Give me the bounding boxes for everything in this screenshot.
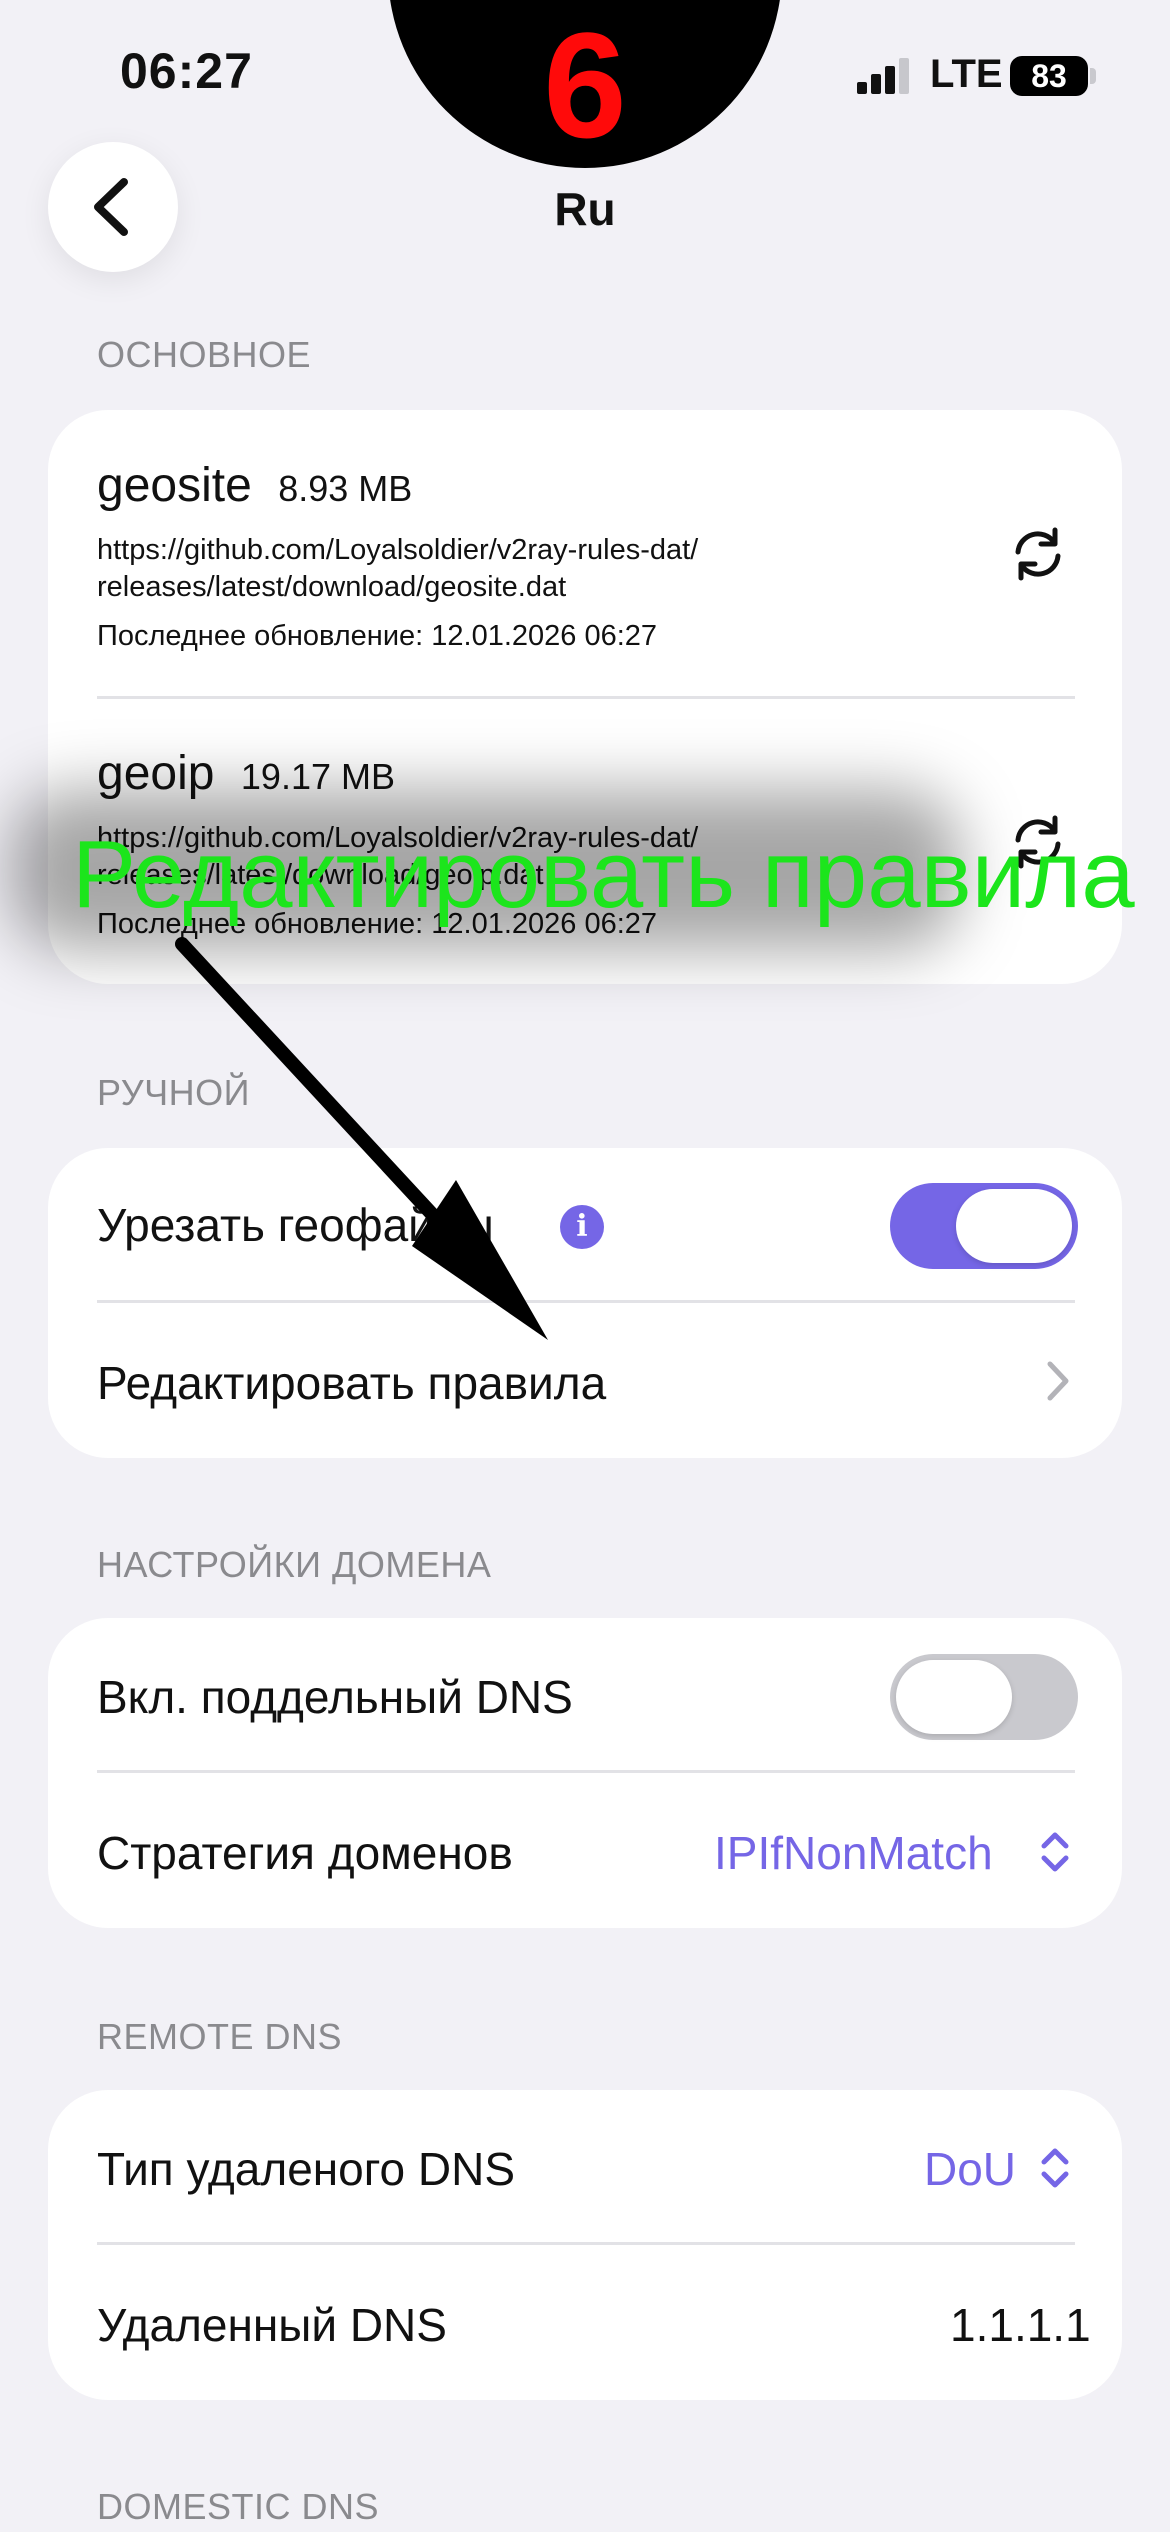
- refresh-icon[interactable]: [1008, 524, 1068, 584]
- annotation-label: Редактировать правила: [72, 821, 1135, 928]
- file-url: https://github.com/Loyalsoldier/v2ray-ru…: [97, 532, 897, 606]
- chevron-up-down-icon: [1041, 2148, 1069, 2188]
- edit-rules-label: Редактировать правила: [97, 1357, 607, 1409]
- step-number: 6: [543, 1, 627, 169]
- fake-dns-toggle[interactable]: [890, 1654, 1078, 1740]
- section-header-domestic-dns: DOMESTIC DNS: [97, 2486, 380, 2527]
- section-header-remote-dns: REMOTE DNS: [97, 2016, 343, 2057]
- remote-dns-server-value[interactable]: 1.1.1.1: [950, 2298, 1091, 2352]
- signal-icon: [857, 58, 909, 94]
- network-type: LTE: [930, 52, 1003, 96]
- remote-dns-card: [48, 2090, 1122, 2400]
- trim-geofiles-toggle[interactable]: [890, 1183, 1078, 1269]
- battery-tip: [1090, 68, 1096, 84]
- file-size: 8.93 MB: [278, 468, 413, 509]
- divider: [97, 2242, 1075, 2245]
- remote-dns-type-select[interactable]: DoU: [924, 2142, 1016, 2196]
- status-time: 06:27: [120, 43, 253, 99]
- file-name: geosite: [97, 459, 252, 512]
- section-header-manual: РУЧНОЙ: [97, 1072, 250, 1113]
- trim-geofiles-label: Урезать геофайлы: [97, 1199, 494, 1251]
- battery-indicator: 83: [1010, 56, 1088, 96]
- divider: [97, 1770, 1075, 1773]
- file-url-line: https://github.com/Loyalsoldier/v2ray-ru…: [97, 534, 699, 566]
- file-url-line: releases/latest/download/geosite.dat: [97, 571, 567, 603]
- page-title: Ru: [554, 183, 616, 235]
- section-header-basic: ОСНОВНОЕ: [97, 334, 312, 375]
- divider: [97, 696, 1075, 699]
- chevron-right-icon: [1047, 1361, 1069, 1401]
- section-header-domain: НАСТРОЙКИ ДОМЕНА: [97, 1544, 492, 1585]
- remote-dns-type-label: Тип удаленого DNS: [97, 2143, 516, 2195]
- file-updated: Последнее обновление: 12.01.2026 06:27: [97, 620, 658, 652]
- chevron-up-down-icon: [1041, 1832, 1069, 1872]
- remote-dns-server-label: Удаленный DNS: [97, 2299, 447, 2351]
- info-icon[interactable]: i: [560, 1205, 604, 1249]
- fake-dns-label: Вкл. поддельный DNS: [97, 1671, 573, 1723]
- toggle-knob: [896, 1660, 1012, 1734]
- domain-strategy-label: Стратегия доменов: [97, 1827, 513, 1879]
- toggle-knob: [956, 1189, 1072, 1263]
- file-item-geosite: geosite 8.93 MB: [97, 458, 412, 513]
- domain-strategy-select[interactable]: IPIfNonMatch: [714, 1826, 993, 1880]
